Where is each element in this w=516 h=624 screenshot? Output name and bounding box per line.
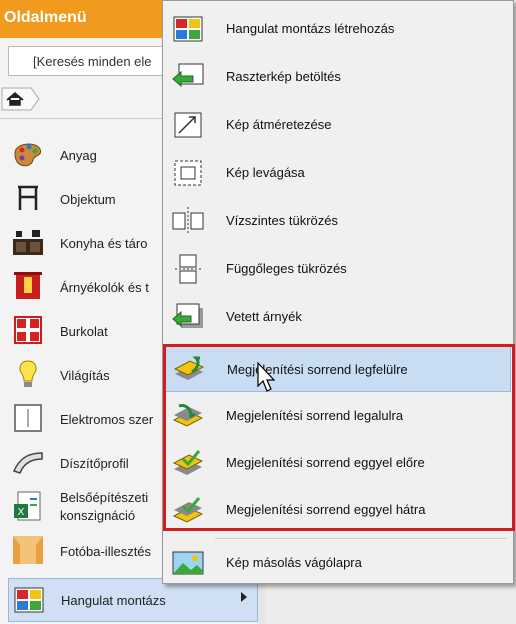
drop-shadow-icon <box>172 303 203 328</box>
excel-icon: X <box>14 491 41 521</box>
menu-item-label: Kép átméretezése <box>226 117 332 132</box>
menu-item-vetett-arnyek[interactable]: Vetett árnyék <box>165 294 511 340</box>
sidebar-item-label: Belsőépítészeti <box>60 490 149 505</box>
sidebar-item-label: Díszítőprofil <box>60 456 129 471</box>
palette-icon <box>14 143 42 167</box>
menu-item-label: Vetett árnyék <box>226 309 302 324</box>
sidebar-item-label: Fotóba-illesztés <box>60 544 152 559</box>
home-icon[interactable] <box>1 87 41 111</box>
menu-item-vizszintes-tukrozes[interactable]: Vízszintes tükrözés <box>165 198 511 244</box>
svg-text:X: X <box>18 507 25 518</box>
menu-item-kep-atmeretezese[interactable]: Kép átméretezése <box>165 102 511 148</box>
menu-item-label: Kép másolás vágólapra <box>226 555 362 570</box>
menu-separator <box>215 538 507 539</box>
sidebar-item-label: Burkolat <box>60 324 108 339</box>
image-resize-icon <box>174 112 202 138</box>
sidebar-item-label: Elektromos szer <box>60 412 154 427</box>
tiles-icon <box>14 316 42 344</box>
submenu-arrow-icon <box>241 592 247 602</box>
mood-montage-icon <box>14 587 44 613</box>
sidebar-item-label-line2: konszignáció <box>60 508 136 523</box>
menu-item-label: Hangulat montázs létrehozás <box>226 21 395 36</box>
copy-image-icon <box>172 551 204 575</box>
menu-item-label: Kép levágása <box>226 165 305 180</box>
menu-item-label: Vízszintes tükrözés <box>226 213 338 228</box>
menu-item-label: Függőleges tükrözés <box>226 261 347 276</box>
raster-load-icon <box>172 63 204 88</box>
mouse-cursor-icon <box>257 362 276 392</box>
panel-title: Oldalmenü <box>4 9 87 26</box>
menu-item-raszterkep-betoltes[interactable]: Raszterkép betöltés <box>165 54 511 100</box>
menu-item-hangulat-montazs-letrehozas[interactable]: Hangulat montázs létrehozás <box>165 6 511 52</box>
sidebar-item-label: Árnyékolók és t <box>60 280 149 295</box>
menu-item-kep-levagasa[interactable]: Kép levágása <box>165 150 511 196</box>
flip-horizontal-icon <box>172 207 204 235</box>
sidebar-item-label: Anyag <box>60 148 97 163</box>
kitchen-icon <box>13 230 43 255</box>
image-crop-icon <box>174 160 202 186</box>
switch-icon <box>14 404 42 432</box>
highlight-annotation <box>163 344 515 531</box>
sidebar-item-label: Hangulat montázs <box>61 593 166 608</box>
bulb-icon <box>19 360 37 387</box>
sidebar-item-label: Objektum <box>60 192 116 207</box>
mood-montage-icon <box>173 16 203 42</box>
chair-icon <box>18 185 38 210</box>
molding-icon <box>12 452 43 474</box>
menu-item-label: Raszterkép betöltés <box>226 69 341 84</box>
search-input-text: [Keresés minden ele <box>33 54 152 69</box>
photo-match-icon <box>13 536 43 564</box>
sidebar-item-label: Világítás <box>60 368 110 383</box>
flip-vertical-icon <box>175 254 201 284</box>
menu-item-fuggoleges-tukrozes[interactable]: Függőleges tükrözés <box>165 246 511 292</box>
sidebar-item-label: Konyha és táro <box>60 236 148 251</box>
menu-item-kep-masolas-vagolapra[interactable]: Kép másolás vágólapra <box>165 540 511 586</box>
curtain-icon <box>14 272 42 299</box>
